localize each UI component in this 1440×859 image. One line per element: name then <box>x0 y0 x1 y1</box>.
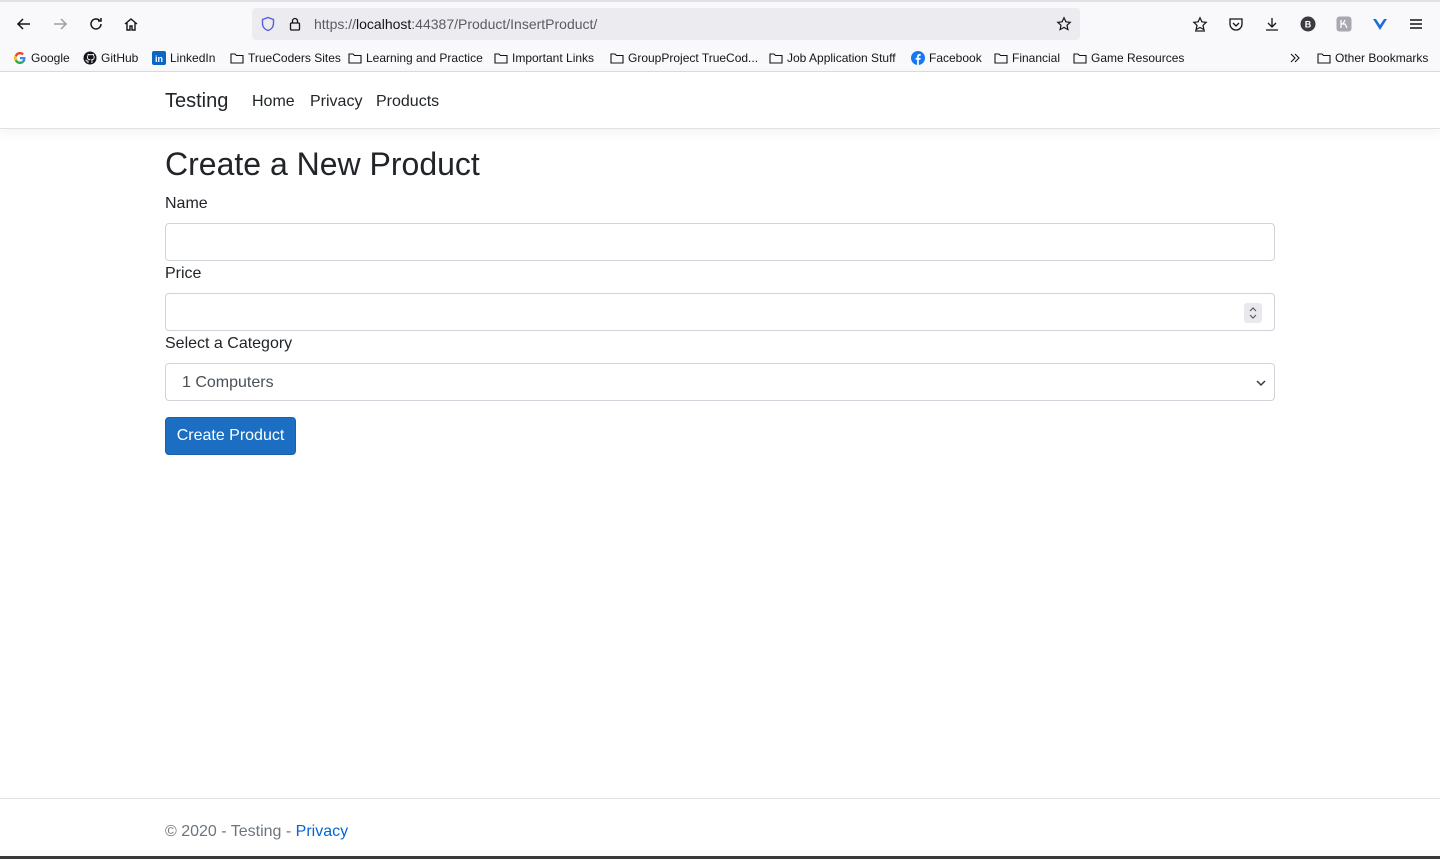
number-spinner[interactable] <box>1244 303 1262 323</box>
svg-text:in: in <box>155 54 163 64</box>
url-path: :44387/Product/InsertProduct/ <box>411 16 598 32</box>
page-title: Create a New Product <box>165 146 480 182</box>
site-navbar: Testing Home Privacy Products <box>0 72 1440 129</box>
home-icon[interactable] <box>119 12 143 36</box>
star-bookmark-icon[interactable] <box>1056 16 1072 32</box>
category-label: Select a Category <box>165 335 293 352</box>
bookmark-github[interactable]: GitHub <box>83 49 138 67</box>
browser-toolbar: https://localhost:44387/Product/InsertPr… <box>0 0 1440 44</box>
name-label: Name <box>165 195 208 212</box>
footer-text: © 2020 - Testing - Privacy <box>165 823 348 841</box>
bookmark-facebook[interactable]: Facebook <box>911 49 982 67</box>
extension-b-icon[interactable]: B <box>1299 15 1317 33</box>
lock-icon[interactable] <box>287 16 303 32</box>
github-icon <box>83 51 97 65</box>
forward-icon[interactable] <box>48 12 72 36</box>
bookmark-label: Learning and Practice <box>366 51 483 65</box>
bookmarks-overflow-chevron-icon[interactable] <box>1288 49 1302 67</box>
back-icon[interactable] <box>12 12 36 36</box>
facebook-icon <box>911 51 925 65</box>
extension-translate-icon[interactable] <box>1335 15 1353 33</box>
footer-privacy-link[interactable]: Privacy <box>296 823 348 840</box>
bookmark-label: Google <box>31 51 70 65</box>
pocket-icon[interactable] <box>1227 15 1245 33</box>
folder-icon <box>230 51 244 65</box>
bookmark-label: Important Links <box>512 51 595 65</box>
bookmark-folder-truecoders-sites[interactable]: TrueCoders Sites <box>230 49 341 67</box>
bookmark-label: LinkedIn <box>170 51 216 65</box>
tracking-shield-icon[interactable] <box>260 16 276 32</box>
menu-icon[interactable] <box>1407 15 1425 33</box>
bookmark-label: GitHub <box>101 51 139 65</box>
url-prefix: https:// <box>314 16 357 32</box>
folder-icon <box>494 51 508 65</box>
name-input[interactable] <box>165 223 1275 261</box>
category-select[interactable]: 1 Computers <box>165 363 1275 401</box>
footer-copyright: © 2020 - Testing - <box>165 823 296 840</box>
bookmark-folder-other-bookmarks[interactable]: Other Bookmarks <box>1317 49 1428 67</box>
google-icon <box>13 51 27 65</box>
bookmark-label: Game Resources <box>1091 51 1185 65</box>
bookmark-label: Facebook <box>929 51 982 65</box>
price-label: Price <box>165 265 202 282</box>
bookmarks-bar: Google GitHub in LinkedIn TrueCoders Sit… <box>0 44 1440 72</box>
folder-icon <box>1317 51 1331 65</box>
bookmark-folder-job-application-stuff[interactable]: Job Application Stuff <box>769 49 896 67</box>
spinner-arrows-icon <box>1249 307 1257 319</box>
bookmark-folder-important-links[interactable]: Important Links <box>494 49 594 67</box>
nav-link-products[interactable]: Products <box>376 93 439 111</box>
pocket-star-icon[interactable] <box>1191 15 1209 33</box>
bookmark-label: GroupProject TrueCod... <box>628 51 759 65</box>
download-icon[interactable] <box>1263 15 1281 33</box>
create-product-button[interactable]: Create Product <box>165 417 296 455</box>
bookmark-label: Financial <box>1012 51 1061 65</box>
bookmark-label: Job Application Stuff <box>787 51 896 65</box>
footer: © 2020 - Testing - Privacy <box>0 798 1440 856</box>
category-selected-value: 1 Computers <box>182 374 274 391</box>
bookmark-folder-game-resources[interactable]: Game Resources <box>1073 49 1184 67</box>
bookmark-label: Other Bookmarks <box>1335 51 1429 65</box>
folder-icon <box>994 51 1008 65</box>
nav-link-home[interactable]: Home <box>252 93 295 111</box>
bookmark-google[interactable]: Google <box>13 49 70 67</box>
url-text[interactable]: https://localhost:44387/Product/InsertPr… <box>314 16 597 32</box>
chevron-down-icon <box>1256 380 1266 387</box>
svg-text:B: B <box>1305 20 1312 30</box>
navbar-brand[interactable]: Testing <box>165 90 228 113</box>
bookmark-folder-groupproject[interactable]: GroupProject TrueCod... <box>610 49 758 67</box>
bookmark-folder-learning-and-practice[interactable]: Learning and Practice <box>348 49 483 67</box>
bookmark-linkedin[interactable]: in LinkedIn <box>152 49 215 67</box>
folder-icon <box>610 51 624 65</box>
url-bar[interactable]: https://localhost:44387/Product/InsertPr… <box>252 8 1080 40</box>
reload-icon[interactable] <box>84 12 108 36</box>
folder-icon <box>769 51 783 65</box>
url-host: localhost <box>356 16 412 32</box>
linkedin-icon: in <box>152 51 166 65</box>
bookmark-folder-financial[interactable]: Financial <box>994 49 1060 67</box>
price-input[interactable] <box>165 293 1275 331</box>
extension-v-icon[interactable] <box>1371 15 1389 33</box>
folder-icon <box>1073 51 1087 65</box>
nav-link-privacy[interactable]: Privacy <box>310 93 362 111</box>
bookmark-label: TrueCoders Sites <box>248 51 341 65</box>
folder-icon <box>348 51 362 65</box>
